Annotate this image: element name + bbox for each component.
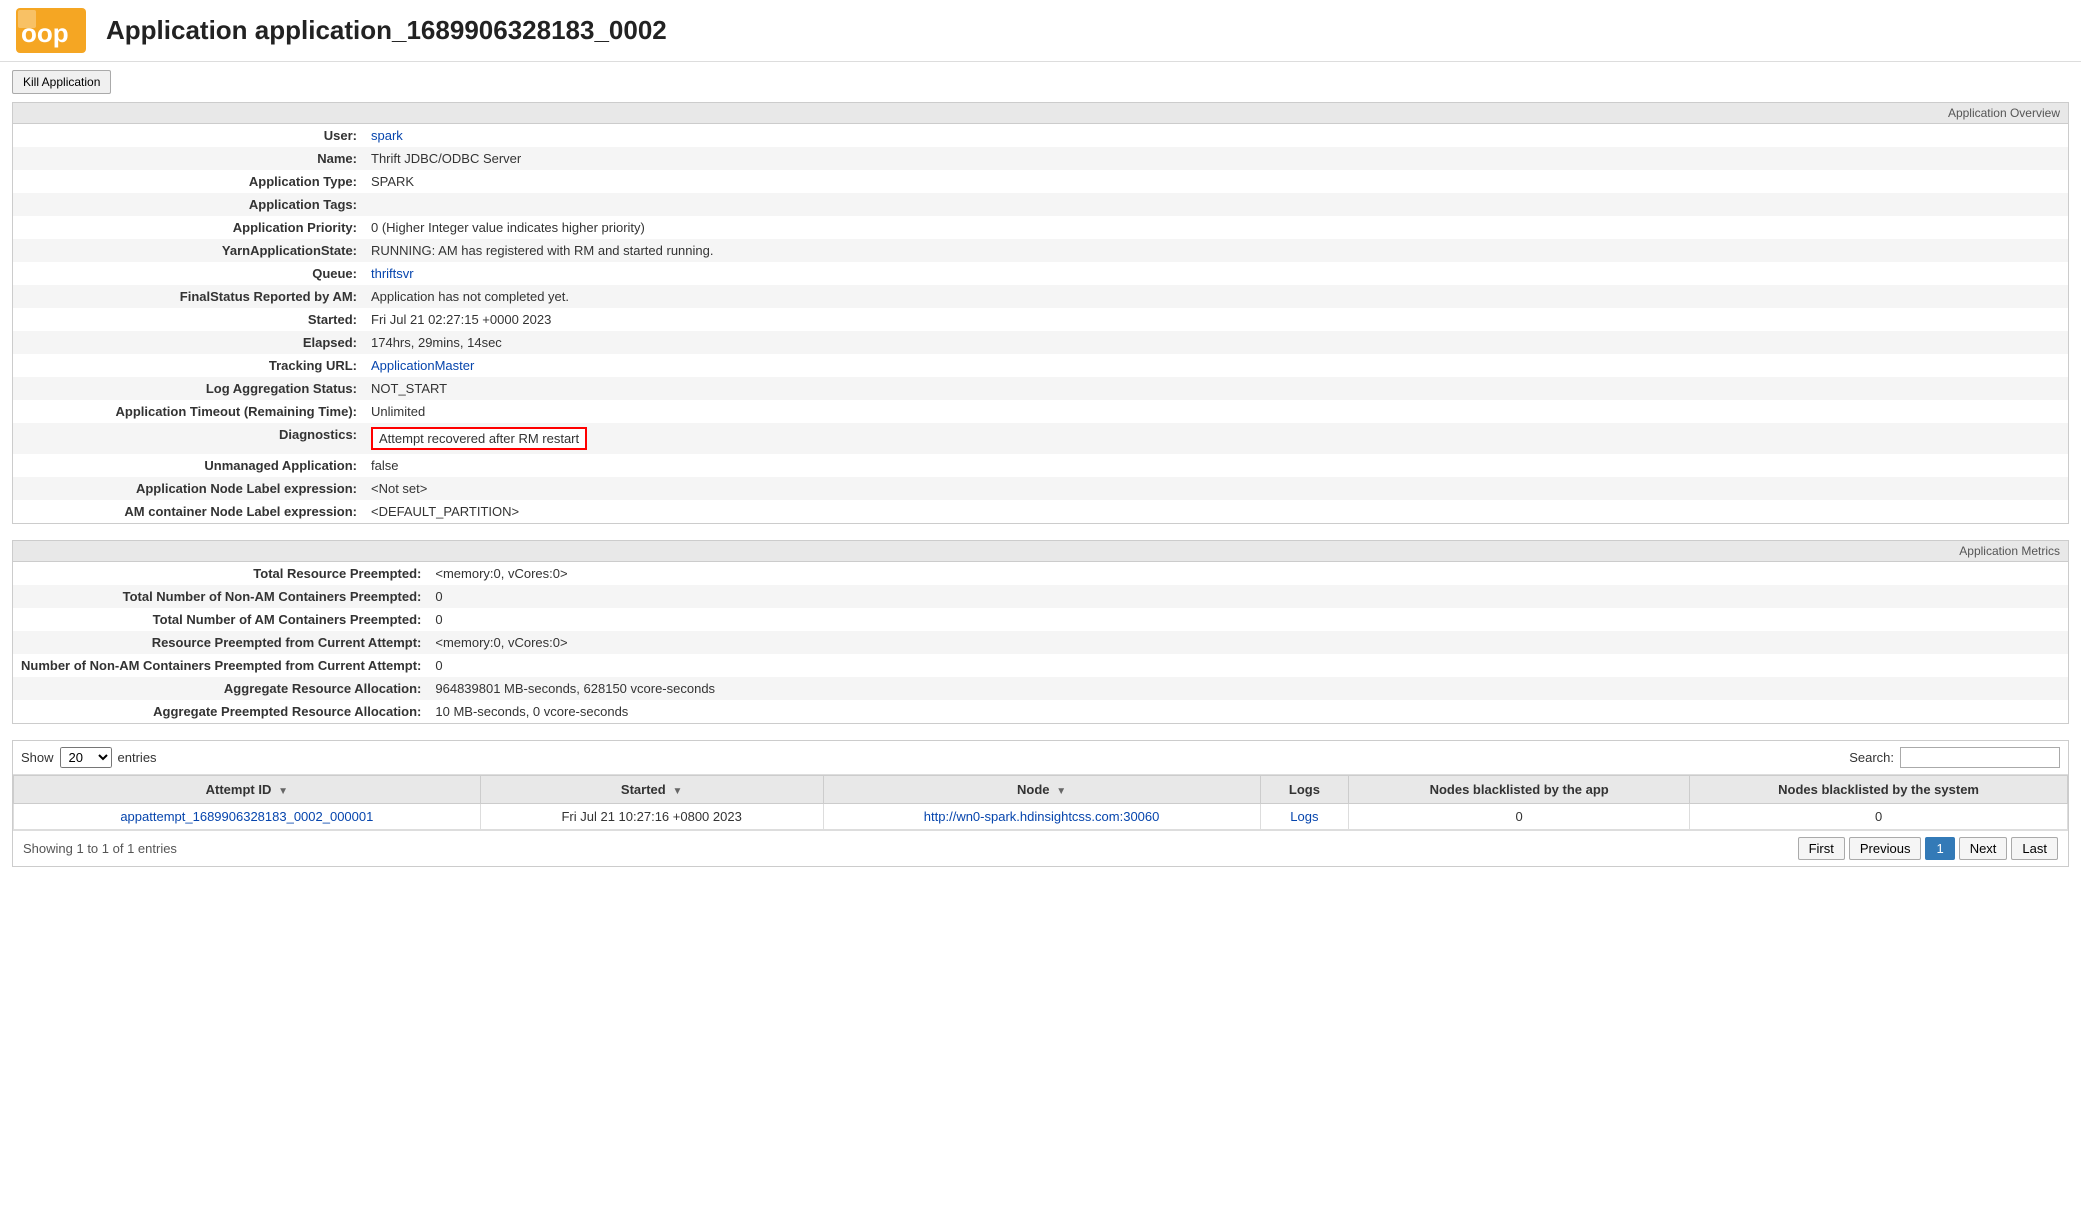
overview-row-value: RUNNING: AM has registered with RM and s…	[363, 239, 2068, 262]
search-input[interactable]	[1900, 747, 2060, 768]
metrics-row-label: Total Number of Non-AM Containers Preemp…	[13, 585, 427, 608]
table-column-header: Logs	[1260, 776, 1349, 804]
overview-row-value: thriftsvr	[363, 262, 2068, 285]
metrics-row-value: <memory:0, vCores:0>	[427, 631, 2068, 654]
overview-row-link[interactable]: thriftsvr	[371, 266, 414, 281]
overview-row-label: Log Aggregation Status:	[13, 377, 363, 400]
overview-row-label: Started:	[13, 308, 363, 331]
overview-row-label: Diagnostics:	[13, 423, 363, 454]
table-controls: Show 20 50 100 entries Search:	[13, 741, 2068, 775]
overview-row-value: <DEFAULT_PARTITION>	[363, 500, 2068, 523]
overview-row-value: Application has not completed yet.	[363, 285, 2068, 308]
search-area: Search:	[1849, 747, 2060, 768]
metrics-row-label: Aggregate Preempted Resource Allocation:	[13, 700, 427, 723]
last-page-button[interactable]: Last	[2011, 837, 2058, 860]
overview-row-label: Unmanaged Application:	[13, 454, 363, 477]
attempts-table-panel: Show 20 50 100 entries Search: Attempt I…	[12, 740, 2069, 867]
table-column-header[interactable]: Node ▼	[823, 776, 1260, 804]
attempt-id-link[interactable]: appattempt_1689906328183_0002_000001	[120, 809, 373, 824]
metrics-row-value: 0	[427, 585, 2068, 608]
next-page-button[interactable]: Next	[1959, 837, 2008, 860]
application-metrics-panel: Application Metrics Total Resource Preem…	[12, 540, 2069, 724]
overview-row-value: <Not set>	[363, 477, 2068, 500]
previous-page-button[interactable]: Previous	[1849, 837, 1922, 860]
overview-row-label: Queue:	[13, 262, 363, 285]
attempts-table: Attempt ID ▼Started ▼Node ▼LogsNodes bla…	[13, 775, 2068, 830]
metrics-section-header: Application Metrics	[13, 541, 2068, 562]
overview-row-value: ApplicationMaster	[363, 354, 2068, 377]
metrics-row-label: Total Number of AM Containers Preempted:	[13, 608, 427, 631]
overview-row-value: Thrift JDBC/ODBC Server	[363, 147, 2068, 170]
entries-select[interactable]: 20 50 100	[60, 747, 112, 768]
overview-row-label: YarnApplicationState:	[13, 239, 363, 262]
overview-row-label: Application Tags:	[13, 193, 363, 216]
overview-row-label: Application Node Label expression:	[13, 477, 363, 500]
overview-row-value: Fri Jul 21 02:27:15 +0000 2023	[363, 308, 2068, 331]
hadoop-logo: oop	[16, 8, 86, 53]
metrics-row-label: Aggregate Resource Allocation:	[13, 677, 427, 700]
metrics-row-label: Total Resource Preempted:	[13, 562, 427, 585]
started-cell: Fri Jul 21 10:27:16 +0800 2023	[480, 804, 823, 830]
overview-row-value: Unlimited	[363, 400, 2068, 423]
overview-row-value: 0 (Higher Integer value indicates higher…	[363, 216, 2068, 239]
overview-row-label: Tracking URL:	[13, 354, 363, 377]
logs-cell: Logs	[1260, 804, 1349, 830]
table-column-header: Nodes blacklisted by the system	[1690, 776, 2068, 804]
table-column-header[interactable]: Started ▼	[480, 776, 823, 804]
metrics-row-label: Number of Non-AM Containers Preempted fr…	[13, 654, 427, 677]
metrics-row-value: <memory:0, vCores:0>	[427, 562, 2068, 585]
current-page-button[interactable]: 1	[1925, 837, 1954, 860]
overview-row-link[interactable]: spark	[371, 128, 403, 143]
node-cell: http://wn0-spark.hdinsightcss.com:30060	[823, 804, 1260, 830]
first-page-button[interactable]: First	[1798, 837, 1845, 860]
overview-row-value: Attempt recovered after RM restart	[363, 423, 2068, 454]
overview-row-link[interactable]: ApplicationMaster	[371, 358, 474, 373]
overview-row-label: Application Timeout (Remaining Time):	[13, 400, 363, 423]
metrics-row-value: 964839801 MB-seconds, 628150 vcore-secon…	[427, 677, 2068, 700]
metrics-row-label: Resource Preempted from Current Attempt:	[13, 631, 427, 654]
overview-row-value: SPARK	[363, 170, 2068, 193]
overview-row-label: User:	[13, 124, 363, 147]
metrics-row-value: 10 MB-seconds, 0 vcore-seconds	[427, 700, 2068, 723]
kill-application-button[interactable]: Kill Application	[12, 70, 111, 94]
show-label: Show	[21, 750, 54, 765]
blacklisted-app-cell: 0	[1349, 804, 1690, 830]
overview-row-label: Elapsed:	[13, 331, 363, 354]
node-link[interactable]: http://wn0-spark.hdinsightcss.com:30060	[924, 809, 1160, 824]
overview-row-label: Name:	[13, 147, 363, 170]
overview-row-value	[363, 193, 2068, 216]
metrics-table: Total Resource Preempted:<memory:0, vCor…	[13, 562, 2068, 723]
overview-row-value: NOT_START	[363, 377, 2068, 400]
overview-row-value: spark	[363, 124, 2068, 147]
blacklisted-system-cell: 0	[1690, 804, 2068, 830]
overview-table: User:sparkName:Thrift JDBC/ODBC ServerAp…	[13, 124, 2068, 523]
pagination-area: Showing 1 to 1 of 1 entries First Previo…	[13, 830, 2068, 866]
overview-section-header: Application Overview	[13, 103, 2068, 124]
attempt-id-cell: appattempt_1689906328183_0002_000001	[14, 804, 481, 830]
overview-row-value: false	[363, 454, 2068, 477]
metrics-row-value: 0	[427, 608, 2068, 631]
pagination-info: Showing 1 to 1 of 1 entries	[23, 841, 177, 856]
show-entries-control: Show 20 50 100 entries	[21, 747, 157, 768]
overview-row-label: FinalStatus Reported by AM:	[13, 285, 363, 308]
table-column-header[interactable]: Attempt ID ▼	[14, 776, 481, 804]
overview-row-value: 174hrs, 29mins, 14sec	[363, 331, 2068, 354]
overview-row-label: Application Priority:	[13, 216, 363, 239]
application-overview-panel: Application Overview User: spark Name:Thri…	[12, 102, 2069, 524]
page-title: Application application_1689906328183_00…	[106, 15, 667, 46]
overview-row-label: Application Type:	[13, 170, 363, 193]
search-label: Search:	[1849, 750, 1894, 765]
logs-link[interactable]: Logs	[1290, 809, 1318, 824]
entries-label: entries	[118, 750, 157, 765]
overview-row-label: AM container Node Label expression:	[13, 500, 363, 523]
diagnostics-value: Attempt recovered after RM restart	[371, 427, 587, 450]
metrics-row-value: 0	[427, 654, 2068, 677]
pagination-buttons: First Previous 1 Next Last	[1798, 837, 2058, 860]
table-row: appattempt_1689906328183_0002_000001 Fri …	[14, 804, 2068, 830]
table-column-header: Nodes blacklisted by the app	[1349, 776, 1690, 804]
